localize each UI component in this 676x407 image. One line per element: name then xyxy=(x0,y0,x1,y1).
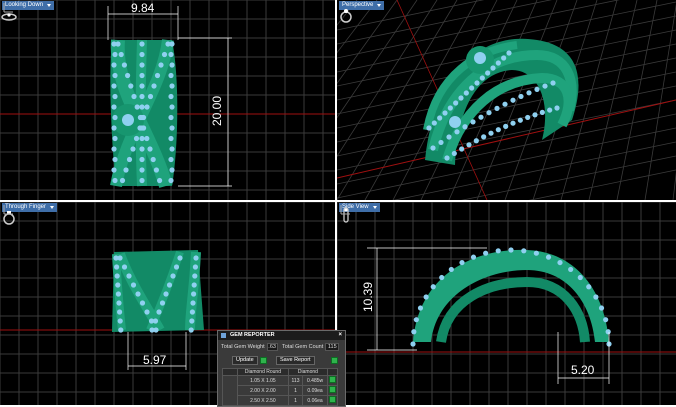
close-icon[interactable]: × xyxy=(338,331,342,340)
axis-triad-icon xyxy=(340,205,350,215)
viewport-looking-down[interactable]: Looking Down 9.84 20.00 xyxy=(0,0,335,200)
thumb-header xyxy=(222,368,238,376)
row-select-button[interactable] xyxy=(327,385,338,396)
table-row[interactable]: 2.00 X 2.00 1 0.09ea xyxy=(223,385,338,396)
gem-reporter-panel[interactable]: GEM REPORTER × Total Gem Weight .63 Tota… xyxy=(217,330,346,407)
table-row[interactable]: 1.05 X 1.05 113 0.485w xyxy=(222,375,338,406)
select-icon[interactable] xyxy=(329,386,336,393)
gem-count: 1 xyxy=(287,385,304,396)
col-header-shape: Diamond Round xyxy=(237,368,289,376)
total-count-label: Total Gem Count xyxy=(282,344,324,350)
dimension-width: 9.84 xyxy=(131,1,155,15)
gem-count: 113 xyxy=(287,375,304,386)
grid-looking-down xyxy=(0,0,335,200)
gem-weight: 0.06ea xyxy=(302,395,328,406)
gem-reporter-titlebar[interactable]: GEM REPORTER × xyxy=(218,331,345,340)
ring-model-front xyxy=(112,250,204,333)
dropdown-arrow-icon xyxy=(377,4,382,7)
row-select-button[interactable] xyxy=(327,375,338,386)
col-header-material: Diamond xyxy=(287,368,329,376)
gem-table: Diamond Round Diamond 1.05 X 1.05 113 0.… xyxy=(222,368,338,406)
dimension-side-width: 5.20 xyxy=(571,363,595,377)
select-icon[interactable] xyxy=(329,396,336,403)
gem-icon xyxy=(221,333,226,338)
dimension-height: 10.39 xyxy=(361,281,375,312)
gem-size: 2.00 X 2.00 xyxy=(237,385,289,396)
total-weight-value: .63 xyxy=(266,343,278,351)
dropdown-arrow-icon xyxy=(50,206,55,209)
dropdown-arrow-icon xyxy=(47,4,52,7)
update-confirm-button[interactable] xyxy=(259,357,267,364)
axis-triad-icon xyxy=(3,3,13,13)
gem-reporter-title: GEM REPORTER xyxy=(230,332,275,338)
action-header xyxy=(327,368,338,376)
dimension-length: 20.00 xyxy=(210,95,224,126)
save-report-button[interactable]: Save Report xyxy=(276,356,315,365)
dropdown-arrow-icon xyxy=(372,206,377,209)
gem-table-header: Diamond Round Diamond xyxy=(222,368,338,376)
grid-side-view xyxy=(337,202,676,405)
gem-size: 1.05 X 1.05 xyxy=(237,375,289,386)
row-select-button[interactable] xyxy=(327,395,338,406)
gem-weight: 0.09ea xyxy=(302,385,328,396)
axis-triad-icon xyxy=(3,205,13,215)
total-weight-label: Total Gem Weight xyxy=(221,344,265,350)
save-report-confirm-button[interactable] xyxy=(330,357,338,364)
ring-model-perspective xyxy=(423,38,579,165)
gem-count: 1 xyxy=(287,395,304,406)
viewport-perspective[interactable]: Perspective xyxy=(337,0,676,200)
table-row[interactable]: 2.50 X 2.50 1 0.06ea xyxy=(223,395,338,406)
ring-view-icon[interactable] xyxy=(337,6,355,24)
ring-thumbnail xyxy=(222,375,238,406)
ring-model-top xyxy=(110,39,178,188)
total-count-value: 115 xyxy=(325,343,340,351)
update-button[interactable]: Update xyxy=(232,356,258,365)
grid-perspective xyxy=(337,0,676,200)
dimension-shank-width: 5.97 xyxy=(143,353,167,367)
select-icon[interactable] xyxy=(329,376,336,383)
gem-size: 2.50 X 2.50 xyxy=(237,395,289,406)
viewport-side-view[interactable]: Side View 10.39 5.20 xyxy=(337,202,676,405)
gem-weight: 0.485w xyxy=(302,375,328,386)
